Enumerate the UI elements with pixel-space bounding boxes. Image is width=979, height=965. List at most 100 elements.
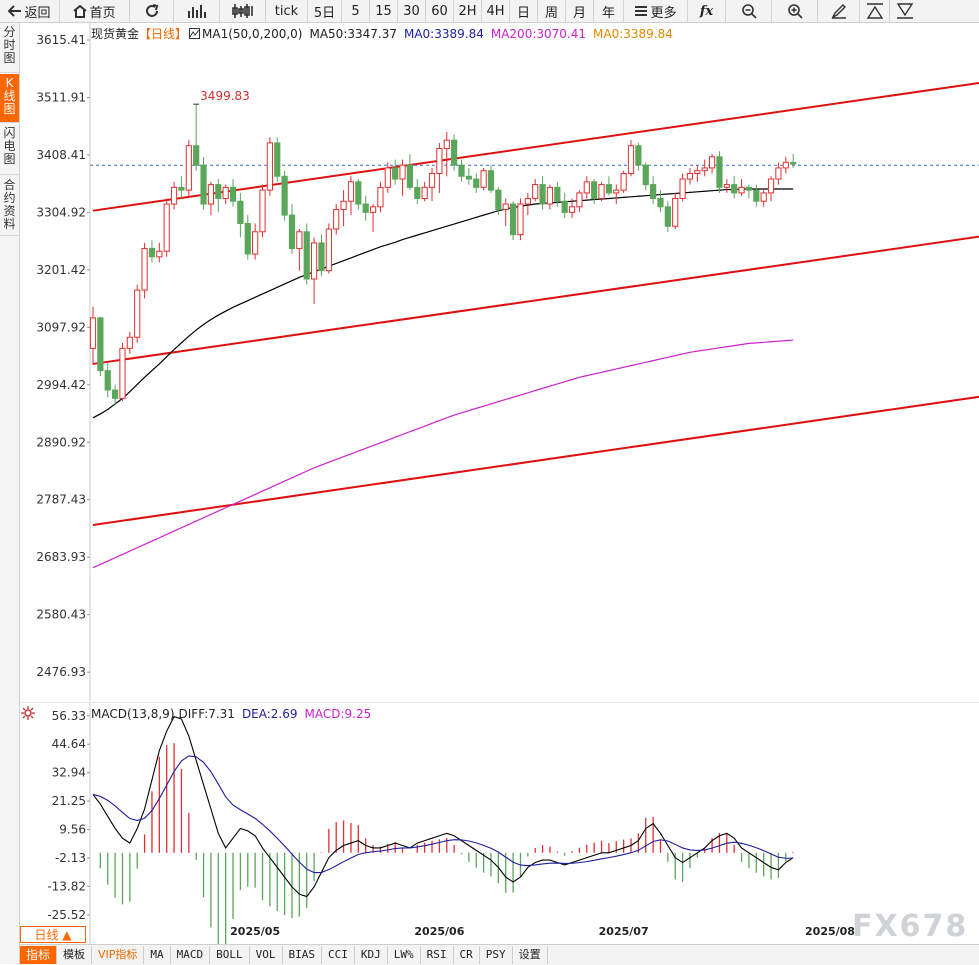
candle-body bbox=[193, 145, 200, 166]
candle-body bbox=[89, 317, 97, 349]
x-tick-label: 2025/08 bbox=[805, 925, 855, 938]
period-5d[interactable]: 5日 bbox=[308, 0, 342, 22]
candle-body bbox=[554, 186, 561, 202]
indicator-tab-bias[interactable]: BIAS bbox=[283, 946, 323, 964]
refresh-button[interactable] bbox=[130, 0, 174, 22]
formula-button[interactable]: fx bbox=[688, 0, 726, 22]
candle-body bbox=[340, 200, 347, 211]
y-tick-label: 2683.93 bbox=[36, 550, 86, 564]
y-tick-label: 3304.92 bbox=[36, 205, 86, 219]
candle-body bbox=[443, 139, 450, 149]
daily-period-tab[interactable]: 日线 ▲ bbox=[20, 926, 86, 943]
zoom-out-button[interactable] bbox=[726, 0, 772, 22]
candle-body bbox=[414, 186, 421, 199]
fx-icon: fx bbox=[699, 3, 714, 19]
back-label: 返回 bbox=[24, 5, 51, 21]
sidebar-tab-contract[interactable]: 合约资料 bbox=[0, 176, 19, 236]
indicator-settings-icon[interactable] bbox=[189, 28, 201, 39]
template-tab[interactable]: 模板 bbox=[57, 946, 93, 964]
candle-body bbox=[694, 170, 701, 174]
candle-chart-button[interactable] bbox=[174, 0, 220, 22]
candle-body bbox=[259, 189, 266, 233]
sidebar-tab-flash[interactable]: 闪电图 bbox=[0, 124, 19, 175]
price-chart[interactable]: 3615.41 3511.91 3408.41 3304.92 3201.42 3097.… bbox=[20, 23, 979, 701]
candle-body bbox=[281, 175, 288, 216]
indicator-tab-main[interactable]: 指标 bbox=[20, 946, 58, 964]
ohlc-chart-button[interactable] bbox=[220, 0, 266, 22]
triangle-up-icon bbox=[866, 3, 883, 19]
period-month[interactable]: 月 bbox=[566, 0, 594, 22]
indicator-tab-psy[interactable]: PSY bbox=[480, 946, 513, 964]
period-year[interactable]: 年 bbox=[594, 0, 624, 22]
refresh-icon bbox=[145, 4, 158, 17]
candle-body bbox=[767, 178, 775, 194]
home-label: 首页 bbox=[89, 5, 116, 21]
period-2h[interactable]: 2H bbox=[454, 0, 482, 22]
ma50-line bbox=[92, 188, 794, 419]
indicator-tab-vol[interactable]: VOL bbox=[250, 946, 283, 964]
period-label: 年 bbox=[601, 5, 615, 21]
period-label: 60 bbox=[431, 3, 448, 19]
macd-y-tick-label: 21.25 bbox=[52, 794, 86, 808]
candle-body bbox=[686, 172, 694, 180]
period-30m[interactable]: 30 bbox=[398, 0, 426, 22]
candle-body bbox=[244, 222, 251, 255]
indicator-tab-boll[interactable]: BOLL bbox=[210, 946, 250, 964]
zoom-in-icon bbox=[787, 4, 803, 19]
sidebar-tab-kline[interactable]: K线图 bbox=[0, 74, 19, 123]
tick-button[interactable]: tick bbox=[266, 0, 308, 22]
more-label: 更多 bbox=[650, 5, 677, 21]
period-week[interactable]: 周 bbox=[538, 0, 566, 22]
y-tick-label: 3511.91 bbox=[36, 90, 86, 104]
back-button[interactable]: 返回 bbox=[0, 0, 60, 22]
diff-value: DIFF:7.31 bbox=[178, 707, 235, 721]
candle-body bbox=[163, 203, 170, 252]
indicator-tab-lw[interactable]: LW% bbox=[388, 946, 421, 964]
y-tick-label: 3097.92 bbox=[36, 320, 86, 334]
indicator-tab-cr[interactable]: CR bbox=[454, 946, 480, 964]
candle-body bbox=[657, 197, 664, 208]
zoom-in-button[interactable] bbox=[772, 0, 818, 22]
candle-body bbox=[465, 175, 472, 180]
candle-body bbox=[392, 167, 399, 180]
period-60m[interactable]: 60 bbox=[426, 0, 454, 22]
x-tick-label: 2025/06 bbox=[414, 925, 464, 938]
candle-body bbox=[635, 145, 642, 166]
candle-body bbox=[502, 203, 509, 211]
macd-settings-icon[interactable] bbox=[21, 706, 35, 720]
candle-body bbox=[775, 167, 782, 180]
candle-body bbox=[252, 231, 259, 255]
tick-label: tick bbox=[274, 3, 299, 19]
indicator-tab-cci[interactable]: CCI bbox=[322, 946, 355, 964]
candle-body bbox=[517, 203, 524, 236]
triangle-down-button[interactable] bbox=[890, 0, 920, 22]
indicator-tab-kdj[interactable]: KDJ bbox=[355, 946, 388, 964]
candle-body bbox=[311, 242, 318, 280]
indicator-tab-rsi[interactable]: RSI bbox=[421, 946, 454, 964]
indicator-tab-ma[interactable]: MA bbox=[144, 946, 171, 964]
settings-tab[interactable]: 设置 bbox=[513, 946, 548, 964]
instrument-name: 现货黄金 bbox=[91, 27, 140, 41]
candle-body bbox=[333, 209, 340, 230]
vip-indicator-tab[interactable]: VIP指标 bbox=[92, 946, 145, 964]
candle-body bbox=[650, 184, 657, 199]
sidebar-tab-timeshare[interactable]: 分时图 bbox=[0, 23, 19, 73]
candle-body bbox=[119, 347, 126, 399]
indicator-tab-macd[interactable]: MACD bbox=[171, 946, 211, 964]
y-tick-label: 2787.43 bbox=[36, 493, 86, 507]
triangle-up-button[interactable] bbox=[860, 0, 890, 22]
macd-chart[interactable]: 56.33 44.64 32.94 21.25 9.56 -2.13 -13.82 -25.5… bbox=[20, 702, 979, 944]
candle-body bbox=[458, 164, 465, 177]
period-4h[interactable]: 4H bbox=[482, 0, 510, 22]
home-button[interactable]: 首页 bbox=[60, 0, 130, 22]
draw-line-button[interactable] bbox=[818, 0, 860, 22]
period-label: 周 bbox=[544, 5, 558, 21]
candle-body bbox=[723, 184, 730, 188]
y-tick-label: 3615.41 bbox=[36, 33, 86, 47]
period-15m[interactable]: 15 bbox=[370, 0, 398, 22]
period-5m[interactable]: 5 bbox=[342, 0, 370, 22]
more-button[interactable]: 更多 bbox=[624, 0, 688, 22]
candle-body bbox=[266, 142, 273, 191]
period-day[interactable]: 日 bbox=[510, 0, 538, 22]
macd-y-tick-label: -25.52 bbox=[47, 908, 86, 922]
